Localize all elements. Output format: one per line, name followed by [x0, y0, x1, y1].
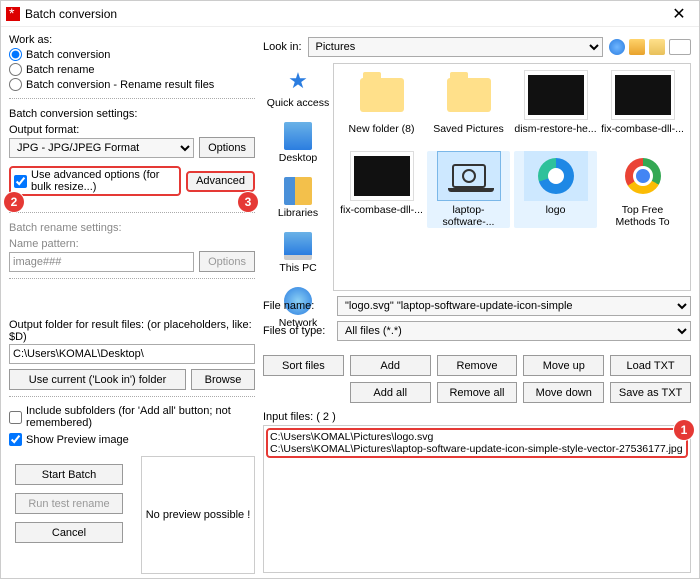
file-thumb: [611, 151, 675, 201]
file-area[interactable]: New folder (8)Saved Picturesdism-restore…: [333, 63, 691, 291]
file-item[interactable]: logo: [514, 151, 597, 228]
movedown-button[interactable]: Move down: [523, 382, 604, 403]
place-libraries[interactable]: Libraries: [266, 177, 330, 219]
radio-batch-rename[interactable]: Batch rename: [9, 63, 255, 76]
input-file-row[interactable]: C:\Users\KOMAL\Pictures\laptop-software-…: [270, 443, 684, 455]
back-icon[interactable]: [609, 39, 625, 55]
output-folder-label: Output folder for result files: (or plac…: [9, 319, 255, 343]
newfolder-icon[interactable]: [649, 39, 665, 55]
file-item[interactable]: fix-combase-dll-...: [340, 151, 423, 228]
options-button[interactable]: Options: [199, 137, 255, 158]
preview-area: No preview possible !: [141, 456, 255, 574]
file-label: logo: [514, 204, 597, 228]
file-item[interactable]: Top Free Methods To Convert PST ...: [601, 151, 684, 228]
file-label: New folder (8): [340, 123, 423, 147]
sort-files-button[interactable]: Sort files: [263, 355, 344, 376]
removeall-button[interactable]: Remove all: [437, 382, 518, 403]
file-item[interactable]: dism-restore-he...: [514, 70, 597, 147]
savetxt-button[interactable]: Save as TXT: [610, 382, 691, 403]
file-label: Saved Pictures: [427, 123, 510, 147]
addall-button[interactable]: Add all: [350, 382, 431, 403]
place-thispc[interactable]: This PC: [266, 232, 330, 274]
name-pattern-label: Name pattern:: [9, 238, 255, 250]
preview-text: No preview possible !: [146, 509, 251, 521]
file-label: Top Free Methods To Convert PST ...: [601, 204, 684, 228]
file-thumb: [350, 70, 414, 120]
close-button[interactable]: ✕: [659, 4, 699, 24]
annotation-3: 3: [238, 192, 258, 212]
left-panel: Work as: Batch conversion Batch rename B…: [1, 27, 263, 578]
browse-button[interactable]: Browse: [191, 369, 255, 390]
batch-settings-heading: Batch conversion settings:: [9, 108, 255, 120]
file-thumb: [437, 70, 501, 120]
up-icon[interactable]: [629, 39, 645, 55]
moveup-button[interactable]: Move up: [523, 355, 604, 376]
file-label: fix-combase-dll-...: [601, 123, 684, 147]
nav-icons[interactable]: [609, 39, 691, 55]
filetype-label: Files of type:: [263, 325, 331, 337]
use-current-folder-button[interactable]: Use current ('Look in') folder: [9, 369, 186, 390]
radio-batch-conversion[interactable]: Batch conversion: [9, 48, 255, 61]
output-format-label: Output format:: [9, 124, 255, 136]
filetype-select[interactable]: All files (*.*): [337, 321, 691, 341]
include-subfolders-checkbox[interactable]: Include subfolders (for 'Add all' button…: [9, 405, 255, 429]
start-batch-button[interactable]: Start Batch: [15, 464, 123, 485]
remove-button[interactable]: Remove: [437, 355, 518, 376]
pc-icon: [284, 232, 312, 260]
cancel-button[interactable]: Cancel: [15, 522, 123, 543]
rename-options-button: Options: [199, 251, 255, 272]
annotation-1: 1: [674, 420, 694, 440]
run-test-rename-button: Run test rename: [15, 493, 123, 514]
place-desktop[interactable]: Desktop: [266, 122, 330, 164]
window-title: Batch conversion: [25, 7, 659, 21]
file-thumb: [611, 70, 675, 120]
place-quickaccess[interactable]: ★Quick access: [266, 67, 330, 109]
input-files-list[interactable]: C:\Users\KOMAL\Pictures\logo.svg C:\User…: [263, 425, 691, 573]
inputfiles-label: Input files: ( 2 ): [263, 411, 336, 423]
output-format-select[interactable]: JPG - JPG/JPEG Format: [9, 138, 194, 158]
star-icon: ★: [284, 67, 312, 95]
add-button[interactable]: Add: [350, 355, 431, 376]
rename-settings-heading: Batch rename settings:: [9, 222, 255, 234]
filename-field[interactable]: "logo.svg" "laptop-software-update-icon-…: [337, 296, 691, 316]
annotation-2: 2: [4, 192, 24, 212]
file-item[interactable]: fix-combase-dll-...: [601, 70, 684, 147]
show-preview-checkbox[interactable]: Show Preview image: [9, 433, 255, 446]
output-folder-input[interactable]: [9, 344, 255, 364]
radio-batch-rename-result[interactable]: Batch conversion - Rename result files: [9, 78, 255, 91]
loadtxt-button[interactable]: Load TXT: [610, 355, 691, 376]
places-bar: ★Quick access Desktop Libraries This PC …: [263, 63, 333, 291]
file-label: dism-restore-he...: [514, 123, 597, 147]
file-item[interactable]: Saved Pictures: [427, 70, 510, 147]
file-thumb: [524, 70, 588, 120]
use-advanced-checkbox[interactable]: Use advanced options (for bulk resize...…: [9, 166, 181, 196]
titlebar: Batch conversion ✕: [1, 1, 699, 27]
lookin-select[interactable]: Pictures: [308, 37, 603, 57]
desktop-icon: [284, 122, 312, 150]
file-item[interactable]: New folder (8): [340, 70, 423, 147]
file-thumb: [350, 151, 414, 201]
advanced-button[interactable]: Advanced: [186, 171, 255, 192]
app-icon: [6, 7, 20, 21]
file-thumb: [437, 151, 501, 201]
file-thumb: [524, 151, 588, 201]
workas-label: Work as:: [9, 34, 255, 46]
file-label: laptop-software-...: [427, 204, 510, 228]
right-panel: Look in: Pictures ★Quick access Desktop …: [263, 27, 699, 578]
libraries-icon: [284, 177, 312, 205]
viewmenu-icon[interactable]: [669, 39, 691, 55]
file-label: fix-combase-dll-...: [340, 204, 423, 228]
file-item[interactable]: laptop-software-...: [427, 151, 510, 228]
name-pattern-input: [9, 252, 194, 272]
lookin-label: Look in:: [263, 41, 302, 53]
input-file-row[interactable]: C:\Users\KOMAL\Pictures\logo.svg: [270, 431, 684, 443]
filename-label: File name:: [263, 300, 331, 312]
